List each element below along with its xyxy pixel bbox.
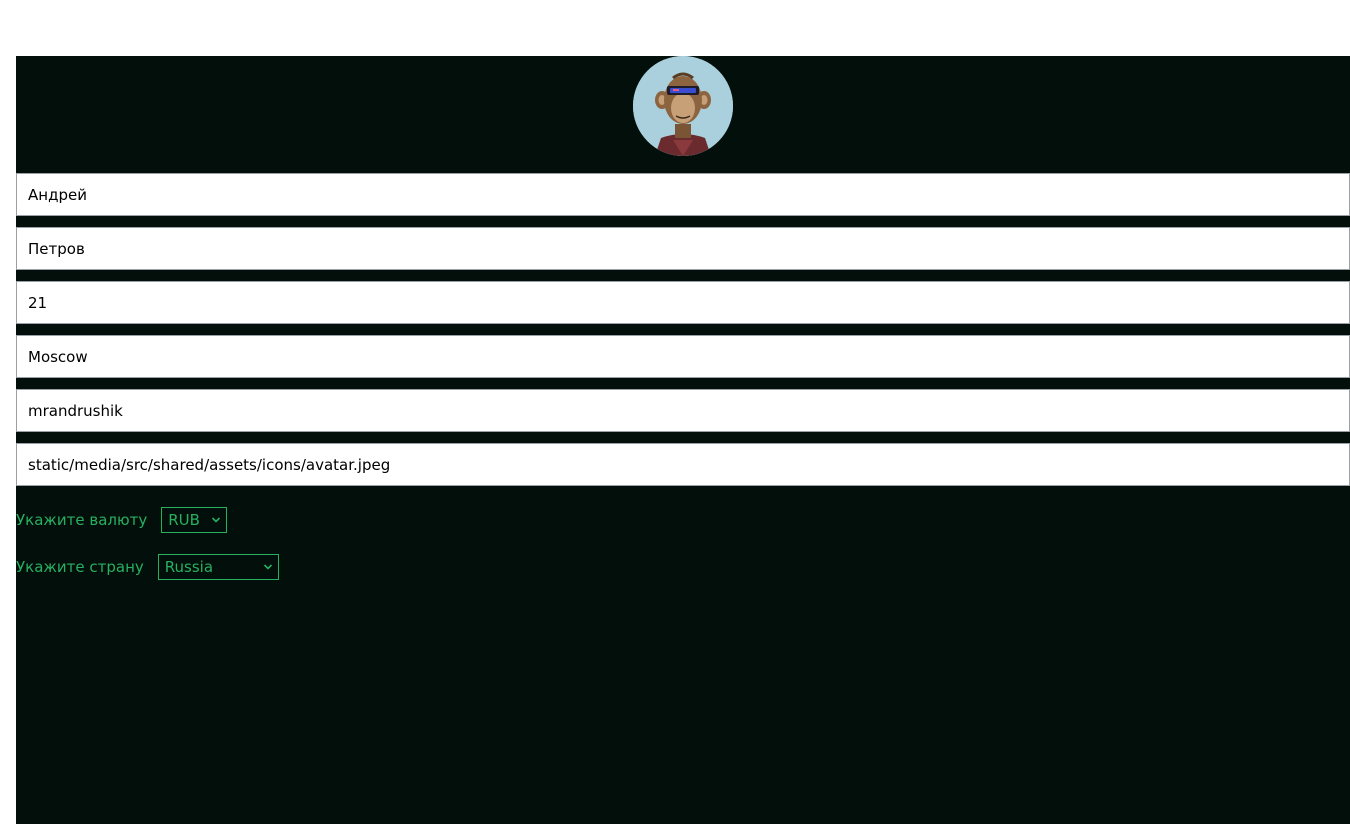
profile-card: Укажите валюту RUB Укажите страну Russia: [16, 56, 1350, 824]
last-name-input[interactable]: [16, 227, 1350, 270]
avatar-ape-icon: [633, 56, 733, 156]
age-input[interactable]: [16, 281, 1350, 324]
country-label: Укажите страну: [16, 558, 144, 576]
first-name-input[interactable]: [16, 173, 1350, 216]
currency-row: Укажите валюту RUB: [16, 507, 228, 533]
city-input[interactable]: [16, 335, 1350, 378]
avatar-url-input[interactable]: [16, 443, 1350, 486]
currency-selected-value: RUB: [168, 511, 200, 529]
country-row: Укажите страну Russia: [16, 554, 279, 580]
currency-label: Укажите валюту: [16, 511, 148, 529]
avatar: [633, 56, 733, 156]
chevron-down-icon: [212, 517, 221, 523]
country-select[interactable]: Russia: [157, 554, 279, 580]
chevron-down-icon: [263, 564, 272, 570]
currency-select[interactable]: RUB: [161, 507, 228, 533]
username-input[interactable]: [16, 389, 1350, 432]
country-selected-value: Russia: [164, 558, 214, 576]
